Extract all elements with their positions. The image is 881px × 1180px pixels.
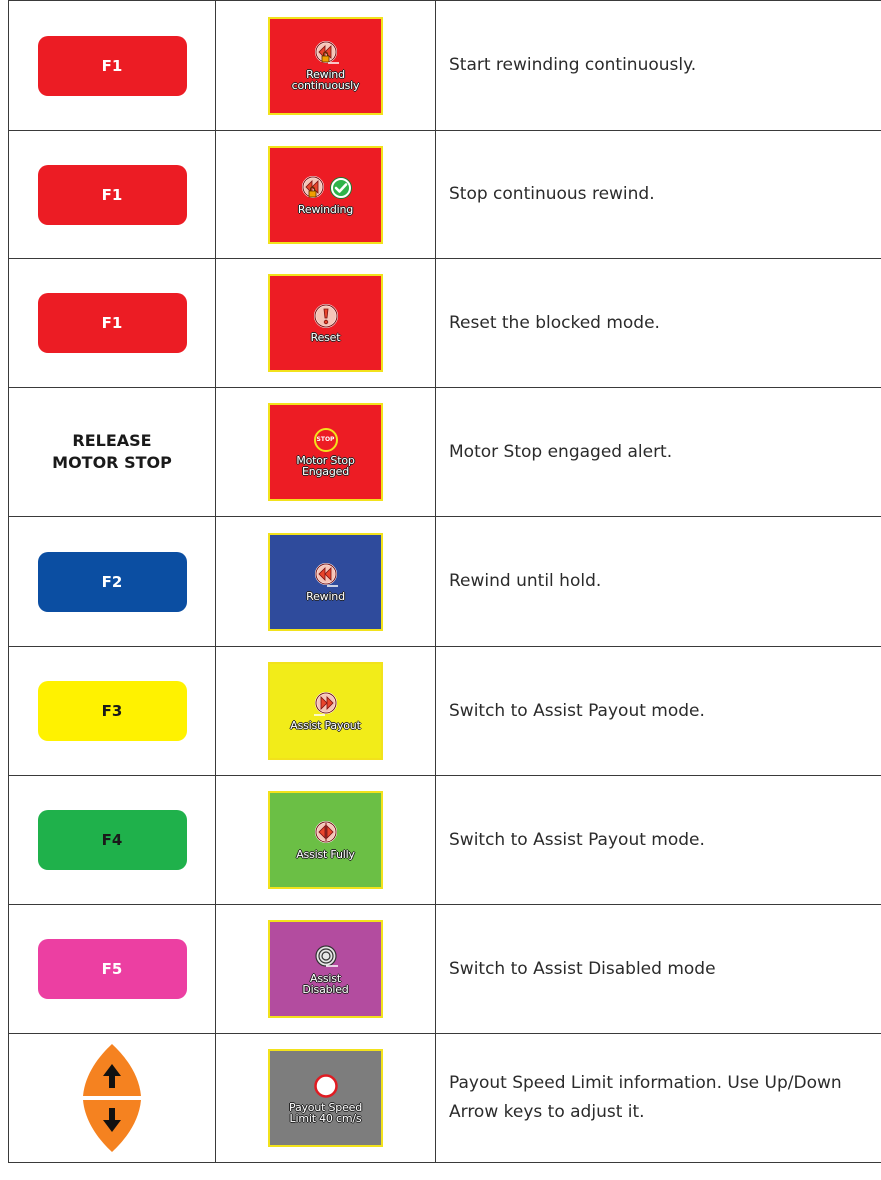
screen-label: Rewind <box>306 589 345 603</box>
key-cell: F1 <box>8 130 216 259</box>
circle-icon <box>313 1073 338 1098</box>
f4-key: F4 <box>37 810 187 870</box>
description: Switch to Assist Payout mode. <box>435 646 881 776</box>
reset-screen: Reset <box>268 274 383 372</box>
table-row: F1 Reset Reset the blocked mode. <box>8 258 881 388</box>
screen-label: Rewind continuously <box>291 68 360 92</box>
function-key-table: F1 Rewind continuously Start rewinding c… <box>8 0 881 1163</box>
rewind-continuously-screen: Rewind continuously <box>268 16 383 115</box>
rewind-screen: Rewind <box>268 532 383 631</box>
key-cell: F4 <box>8 775 216 905</box>
rewind-lock-icon <box>314 41 339 64</box>
key-cell: F2 <box>8 516 216 647</box>
f1-key: F1 <box>37 35 187 96</box>
key-cell: F5 <box>8 904 216 1034</box>
alert-icon <box>313 304 338 328</box>
table-row: F2 Rewind Rewind until hold. <box>8 516 881 647</box>
f3-key: F3 <box>37 681 187 741</box>
screen-cell: Rewinding <box>215 130 436 259</box>
f1-key: F1 <box>37 293 187 353</box>
table-row: F3 Assist Payout Switch to Assist Payout… <box>8 646 881 776</box>
table-row: F1 Rewind continuously Start rewinding c… <box>8 0 881 131</box>
description: Start rewinding continuously. <box>435 0 881 131</box>
table-row: RELEASE MOTOR STOP STOP Motor Stop Engag… <box>8 387 881 517</box>
description: Rewind until hold. <box>435 516 881 647</box>
up-down-arrow-keys-icon <box>83 1044 141 1152</box>
payout-speed-limit-screen: Payout Speed Limit 40 cm/s <box>268 1049 383 1147</box>
f5-key: F5 <box>37 939 187 999</box>
description: Switch to Assist Disabled mode <box>435 904 881 1034</box>
stop-icon: STOP <box>313 427 338 452</box>
rewind-icon <box>314 562 338 587</box>
f1-key: F1 <box>37 164 187 225</box>
screen-label: Rewinding <box>297 202 354 216</box>
description: Motor Stop engaged alert. <box>435 387 881 517</box>
screen-cell: Assist Payout <box>215 646 436 776</box>
description: Reset the blocked mode. <box>435 258 881 388</box>
rewinding-screen: Rewinding <box>268 145 383 244</box>
screen-cell: Payout Speed Limit 40 cm/s <box>215 1033 436 1163</box>
assist-fully-screen: Assist Fully <box>268 791 383 889</box>
assist-payout-screen: Assist Payout <box>268 662 383 760</box>
screen-label: Motor Stop Engaged <box>296 453 355 478</box>
key-cell: RELEASE MOTOR STOP <box>8 387 216 517</box>
screen-label: Assist Disabled <box>302 971 349 996</box>
key-cell: F3 <box>8 646 216 776</box>
screen-cell: Rewind <box>215 516 436 647</box>
description: Payout Speed Limit information. Use Up/D… <box>435 1033 881 1163</box>
motor-stop-engaged-screen: STOP Motor Stop Engaged <box>268 403 383 501</box>
release-motor-stop-label: RELEASE MOTOR STOP <box>52 431 172 472</box>
screen-label: Assist Fully <box>296 848 355 861</box>
check-icon <box>329 176 352 199</box>
screen-cell: Rewind continuously <box>215 0 436 131</box>
disabled-spiral-icon <box>314 944 338 967</box>
screen-label: Assist Payout <box>290 719 361 732</box>
table-row: F4 Assist Fully Switch to Assist Payout … <box>8 775 881 905</box>
f2-key: F2 <box>37 551 187 612</box>
table-row: F1 Rewinding Stop continuous rewind. <box>8 130 881 259</box>
key-cell: F1 <box>8 0 216 131</box>
screen-cell: STOP Motor Stop Engaged <box>215 387 436 517</box>
key-cell: F1 <box>8 258 216 388</box>
description: Switch to Assist Payout mode. <box>435 775 881 905</box>
screen-cell: Reset <box>215 258 436 388</box>
key-cell <box>8 1033 216 1163</box>
screen-cell: Assist Disabled <box>215 904 436 1034</box>
description: Stop continuous rewind. <box>435 130 881 259</box>
table-row: Payout Speed Limit 40 cm/s Payout Speed … <box>8 1033 881 1163</box>
assist-disabled-screen: Assist Disabled <box>268 920 383 1018</box>
assist-fully-icon <box>314 821 337 843</box>
screen-label: Payout Speed Limit 40 cm/s <box>289 1100 362 1125</box>
screen-cell: Assist Fully <box>215 775 436 905</box>
screen-label: Reset <box>310 331 341 344</box>
table-row: F5 Assist Disabled Switch to Assist Disa… <box>8 904 881 1034</box>
payout-icon <box>313 692 337 716</box>
rewind-lock-icon <box>301 175 324 198</box>
